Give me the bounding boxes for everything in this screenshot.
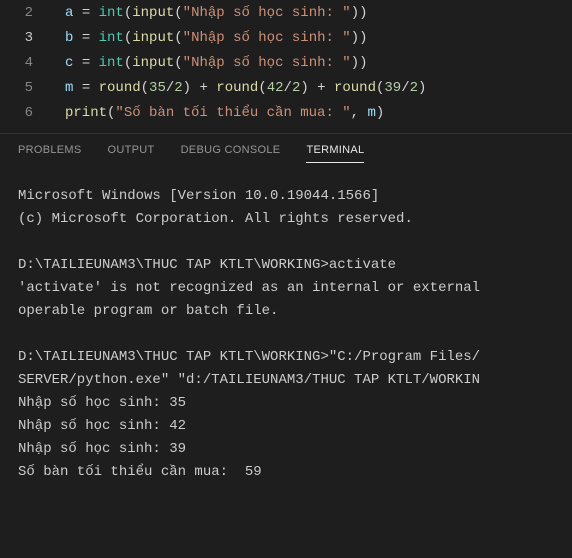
line-number: 2 [0, 5, 55, 21]
terminal-line: operable program or batch file. [18, 300, 554, 323]
bottom-panel: PROBLEMS OUTPUT DEBUG CONSOLE TERMINAL M… [0, 133, 572, 494]
line-number: 6 [0, 105, 55, 121]
terminal-line: D:\TAILIEUNAM3\THUC TAP KTLT\WORKING>"C:… [18, 346, 554, 369]
code-line[interactable]: 6print("Số bàn tối thiểu cần mua: ", m) [0, 100, 572, 125]
panel-tabs: PROBLEMS OUTPUT DEBUG CONSOLE TERMINAL [0, 134, 572, 163]
line-number: 3 [0, 30, 55, 46]
terminal-line: D:\TAILIEUNAM3\THUC TAP KTLT\WORKING>act… [18, 254, 554, 277]
code-line[interactable]: 4c = int(input("Nhập số học sinh: ")) [0, 50, 572, 75]
code-editor[interactable]: 2a = int(input("Nhập số học sinh: "))3b … [0, 0, 572, 133]
terminal-line: Microsoft Windows [Version 10.0.19044.15… [18, 185, 554, 208]
code-line[interactable]: 2a = int(input("Nhập số học sinh: ")) [0, 0, 572, 25]
code-line[interactable]: 5m = round(35/2) + round(42/2) + round(3… [0, 75, 572, 100]
terminal-line: Nhập số học sinh: 39 [18, 438, 554, 461]
code-content[interactable]: b = int(input("Nhập số học sinh: ")) [55, 30, 368, 46]
line-number: 5 [0, 80, 55, 96]
terminal-line [18, 231, 554, 254]
tab-output[interactable]: OUTPUT [108, 144, 155, 163]
terminal-line: Nhập số học sinh: 35 [18, 392, 554, 415]
code-content[interactable]: m = round(35/2) + round(42/2) + round(39… [55, 80, 426, 96]
terminal-output[interactable]: Microsoft Windows [Version 10.0.19044.15… [0, 163, 572, 494]
code-line[interactable]: 3b = int(input("Nhập số học sinh: ")) [0, 25, 572, 50]
terminal-line: (c) Microsoft Corporation. All rights re… [18, 208, 554, 231]
terminal-line: 'activate' is not recognized as an inter… [18, 277, 554, 300]
terminal-line: Nhập số học sinh: 42 [18, 415, 554, 438]
tab-problems[interactable]: PROBLEMS [18, 144, 82, 163]
tab-terminal[interactable]: TERMINAL [306, 144, 364, 163]
terminal-line [18, 323, 554, 346]
line-number: 4 [0, 55, 55, 71]
terminal-line: SERVER/python.exe" "d:/TAILIEUNAM3/THUC … [18, 369, 554, 392]
code-content[interactable]: print("Số bàn tối thiểu cần mua: ", m) [55, 105, 384, 121]
code-content[interactable]: c = int(input("Nhập số học sinh: ")) [55, 55, 368, 71]
code-content[interactable]: a = int(input("Nhập số học sinh: ")) [55, 5, 368, 21]
tab-debug-console[interactable]: DEBUG CONSOLE [181, 144, 281, 163]
terminal-line: Số bàn tối thiểu cần mua: 59 [18, 461, 554, 484]
